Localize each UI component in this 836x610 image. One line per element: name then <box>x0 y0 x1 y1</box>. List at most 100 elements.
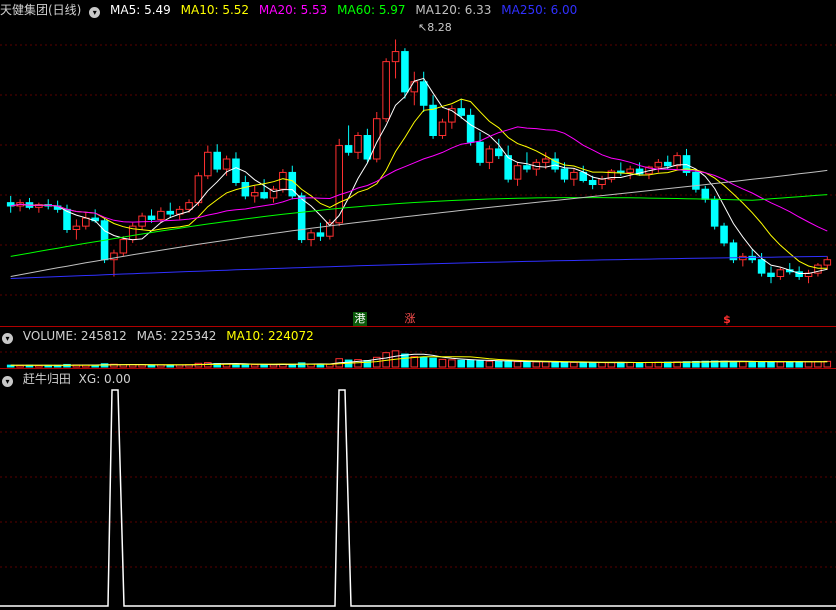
volume-bar <box>448 359 456 368</box>
ma250-label: MA250: 6.00 <box>501 3 578 17</box>
candle-body <box>232 158 240 183</box>
candle-body <box>391 51 400 63</box>
volume-bar <box>494 360 503 368</box>
candle-body <box>776 269 785 277</box>
volume-bar <box>476 360 484 368</box>
candle-body <box>250 192 259 197</box>
volume-bar <box>598 362 606 368</box>
candle-body <box>119 239 128 254</box>
signal-marker-gang: 港 <box>353 312 367 326</box>
candle-body <box>654 161 663 168</box>
ma20-label: MA20: 5.53 <box>258 3 328 17</box>
signal-marker-dollar: $ <box>723 313 731 326</box>
candle-body <box>72 225 81 230</box>
ma120-label: MA120: 6.33 <box>415 3 492 17</box>
xg-signal-line <box>0 389 836 607</box>
indicator-header: ▾ 赶牛归田 XG: 0.00 <box>0 371 137 387</box>
volume-bar <box>419 356 428 368</box>
volume-bar <box>250 364 259 368</box>
candle-body <box>363 135 372 160</box>
candle-body <box>560 168 569 180</box>
volume-bar <box>588 362 597 368</box>
volume-bar <box>241 363 250 368</box>
volume-bar <box>504 360 512 368</box>
candle-body <box>401 51 409 93</box>
candle-body <box>720 225 728 244</box>
candle-body <box>710 198 719 227</box>
indicator-value: XG: 0.00 <box>78 372 131 386</box>
candle-body <box>588 179 597 186</box>
candle-body <box>382 61 390 120</box>
volume-bar <box>767 361 775 368</box>
candle-body <box>692 171 700 190</box>
candle-body <box>823 259 832 266</box>
volume-bar <box>138 364 146 368</box>
peak-price-value: 8.28 <box>427 21 452 34</box>
candle-body <box>279 171 287 190</box>
volume-bar <box>429 357 437 368</box>
volume-bar <box>729 360 738 368</box>
volume-bar <box>776 361 785 368</box>
candle-body <box>438 121 447 136</box>
volume-ma5-label: MA5: 225342 <box>136 329 217 343</box>
signal-marker-zhang: 涨 <box>404 312 416 325</box>
candle-body <box>457 108 466 116</box>
candle-body <box>767 272 775 277</box>
volume-bar <box>541 361 550 368</box>
candle-body <box>494 148 503 157</box>
candle-body <box>316 232 325 237</box>
candle-body <box>194 175 203 204</box>
candle-body <box>570 171 578 180</box>
peak-price-label: ↖8.28 <box>418 21 452 34</box>
volume-label: VOLUME: 245812 <box>22 329 127 343</box>
volume-bar <box>147 364 156 368</box>
candle-body <box>410 81 419 93</box>
chevron-down-icon[interactable]: ▾ <box>89 7 101 18</box>
volume-bar <box>560 361 569 368</box>
volume-bar <box>438 358 447 368</box>
volume-bar <box>316 363 325 368</box>
volume-bar <box>551 361 559 368</box>
ma60-label: MA60: 5.97 <box>337 3 406 17</box>
volume-bar <box>804 361 813 368</box>
volume-bar <box>570 361 578 368</box>
volume-bar <box>485 360 494 368</box>
candle-body <box>466 114 475 143</box>
candle-body <box>476 141 484 163</box>
chevron-down-icon[interactable]: ▾ <box>2 333 13 344</box>
chevron-down-icon[interactable]: ▾ <box>2 376 13 387</box>
candle-body <box>598 178 606 186</box>
candle-body <box>241 182 250 197</box>
candle-body <box>157 210 165 220</box>
volume-bar <box>626 361 634 368</box>
volume-bar <box>635 362 644 368</box>
candle-body <box>541 158 550 163</box>
candle-body <box>166 210 175 215</box>
candle-body <box>307 232 315 241</box>
candle-body <box>419 81 428 106</box>
stock-chart-canvas[interactable] <box>0 0 836 610</box>
candle-body <box>213 151 221 170</box>
main-chart-header: 天健集团(日线) ▾ MA5: 5.49 MA10: 5.52 MA20: 5.… <box>0 2 583 18</box>
candle-body <box>617 170 625 173</box>
volume-bar <box>513 361 522 368</box>
candle-body <box>626 168 634 173</box>
volume-bar <box>607 361 616 368</box>
indicator-name: 赶牛归田 <box>22 372 71 386</box>
ma5-label: MA5: 5.49 <box>110 3 171 17</box>
volume-bar <box>297 362 306 368</box>
candle-body <box>138 215 146 227</box>
ma250-line <box>10 255 828 279</box>
candle-body <box>485 148 494 163</box>
volume-bar <box>523 361 531 368</box>
volume-bar <box>363 360 372 368</box>
candle-body <box>748 255 757 261</box>
candle-body <box>673 155 681 167</box>
volume-bar <box>269 364 278 368</box>
candle-body <box>354 135 362 153</box>
volume-bar <box>532 361 541 368</box>
volume-bar <box>785 361 794 368</box>
candle-body <box>260 192 268 199</box>
candle-body <box>757 259 766 274</box>
divider-volume-indicator <box>0 368 836 369</box>
